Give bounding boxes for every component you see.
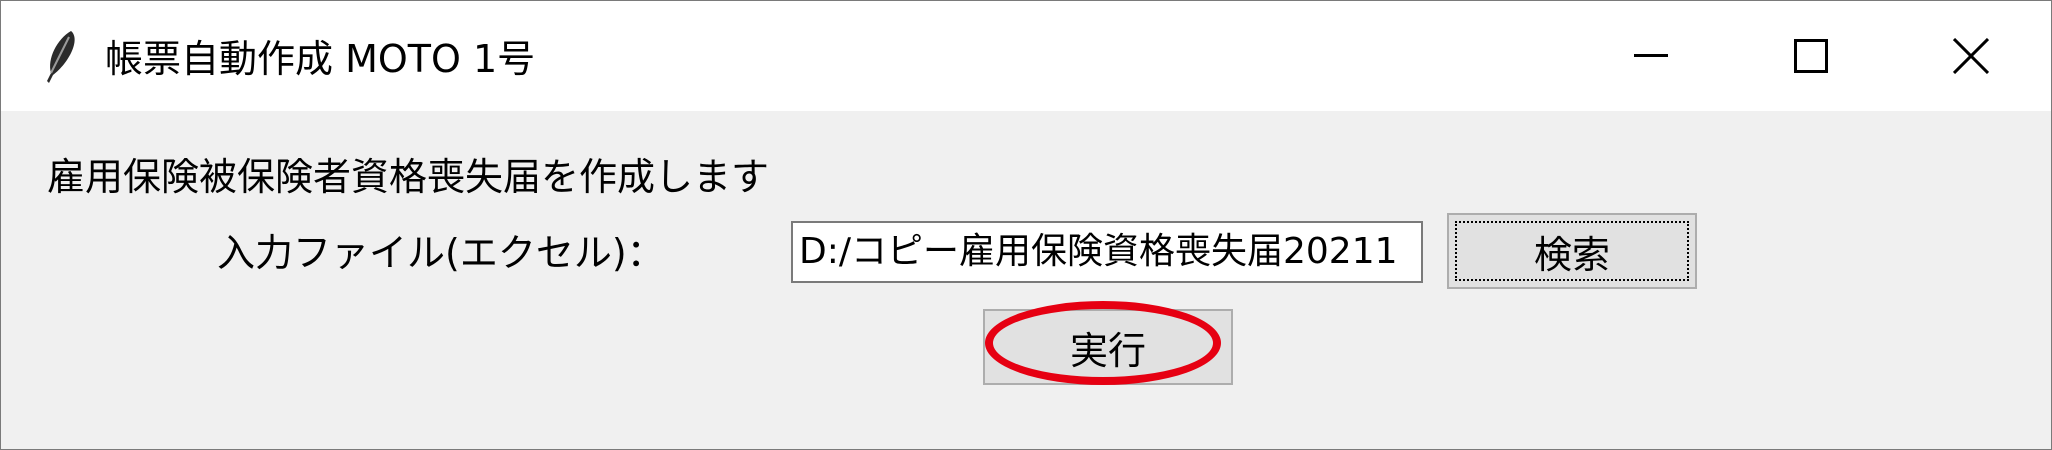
maximize-button[interactable]	[1731, 1, 1891, 111]
minimize-button[interactable]	[1571, 1, 1731, 111]
run-button[interactable]: 実行	[983, 309, 1233, 385]
maximize-icon	[1794, 39, 1828, 73]
title-bar[interactable]: 帳票自動作成 MOTO 1号	[1, 1, 2051, 111]
window-title: 帳票自動作成 MOTO 1号	[105, 37, 536, 81]
description-text: 雇用保険被保険者資格喪失届を作成します	[47, 155, 770, 199]
file-path-input[interactable]: D:/コピー雇用保険資格喪失届20211	[791, 221, 1423, 283]
run-button-label: 実行	[1069, 328, 1146, 373]
search-button[interactable]: 検索	[1447, 213, 1697, 289]
feather-icon	[41, 29, 81, 85]
search-button-label: 検索	[1533, 232, 1610, 277]
close-icon	[1953, 38, 1989, 74]
app-window: 帳票自動作成 MOTO 1号 雇用保険被保険者資格喪失届を作成します 入力ファイ…	[0, 0, 2052, 450]
close-button[interactable]	[1891, 1, 2051, 111]
minimize-icon	[1634, 54, 1668, 57]
input-file-label: 入力ファイル(エクセル)：	[217, 231, 665, 275]
